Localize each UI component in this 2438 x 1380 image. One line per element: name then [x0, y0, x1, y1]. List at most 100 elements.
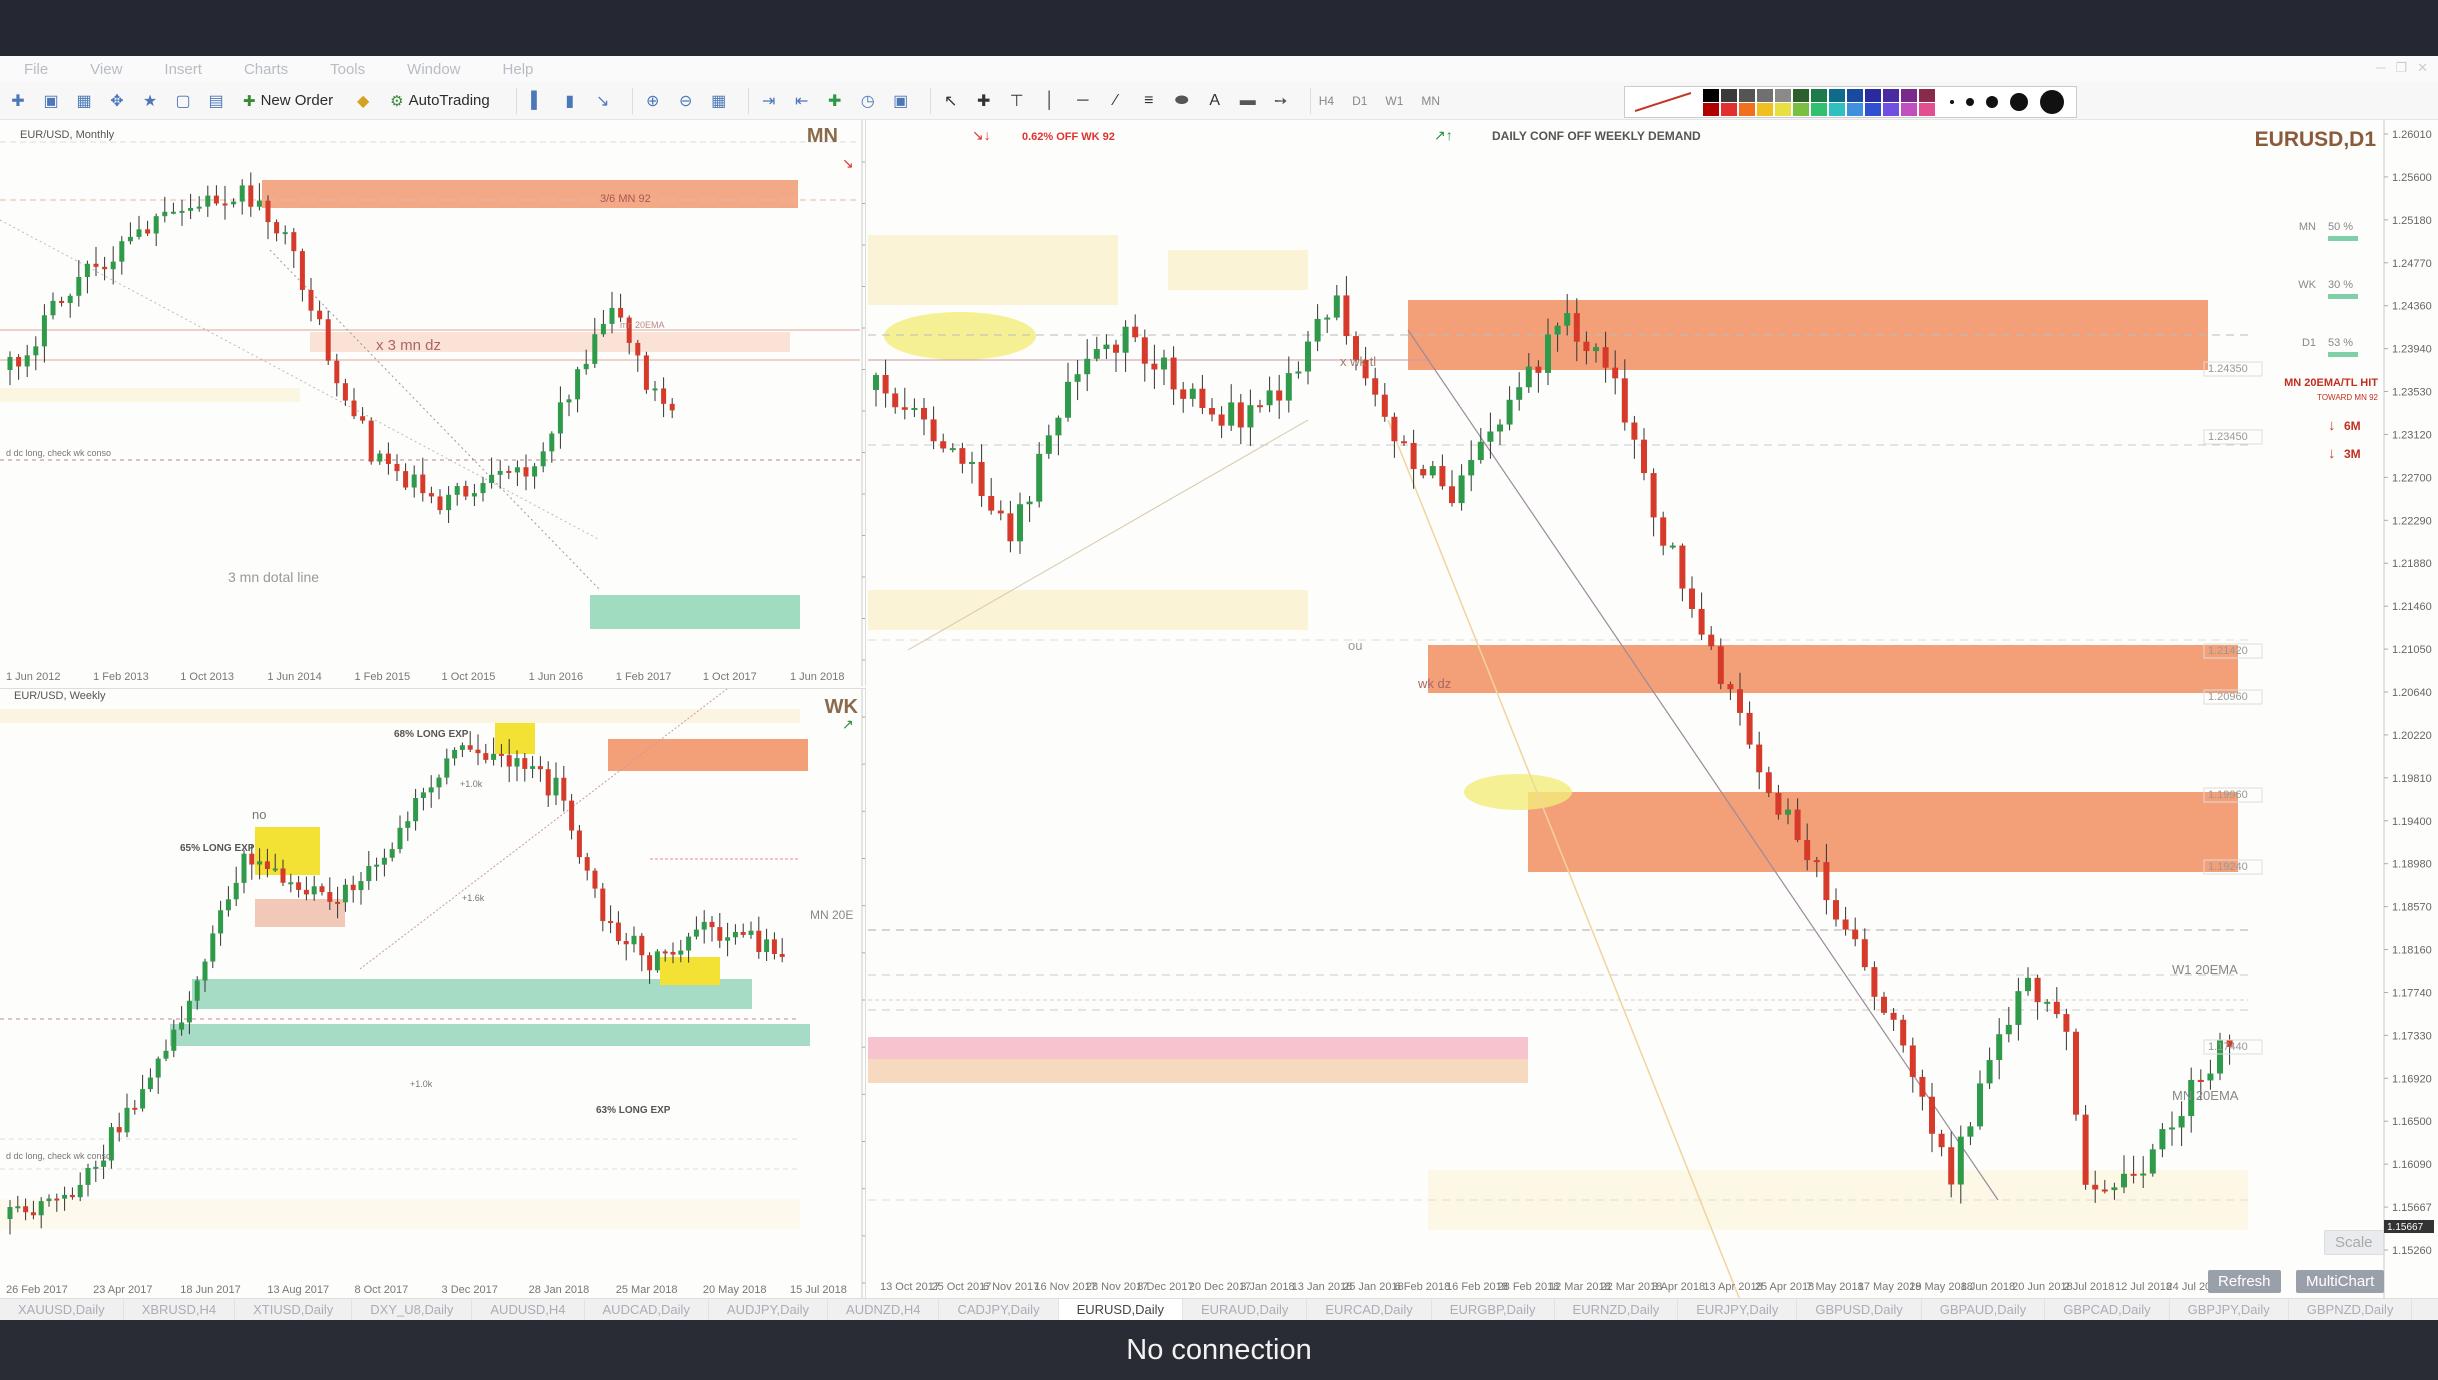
vertical-line-icon[interactable]: │ — [1038, 89, 1062, 113]
color-swatch[interactable] — [1919, 88, 1935, 102]
color-swatch[interactable] — [1703, 102, 1719, 116]
chart-tab[interactable]: GBPAUD,Daily — [1922, 1299, 2046, 1320]
chart-tab[interactable]: EURAUD,Daily — [1183, 1299, 1308, 1320]
line-chart-icon[interactable]: ↘ — [591, 89, 615, 113]
candlestick-icon[interactable]: ▮ — [558, 89, 582, 113]
color-swatch[interactable] — [1793, 102, 1809, 116]
zoom-in-icon[interactable]: ⊕ — [641, 89, 665, 113]
metaeditor-icon[interactable]: ◆ — [351, 89, 375, 113]
chart-tab[interactable]: XBRUSD,H4 — [124, 1299, 236, 1320]
navigator-icon[interactable]: ★ — [138, 89, 162, 113]
monthly-chart-canvas[interactable]: EUR/USD, Monthly MN↘ 3/6 MN 92 x 3 mn dz mn … — [0, 120, 866, 686]
close-icon[interactable]: ✕ — [2417, 60, 2428, 76]
color-swatch[interactable] — [1757, 102, 1773, 116]
chart-shift-icon[interactable]: ⇤ — [790, 89, 814, 113]
chart-tab[interactable]: GBPUSD,Daily — [1797, 1299, 1922, 1320]
line-style-preview[interactable] — [1631, 89, 1695, 115]
menu-tools[interactable]: Tools — [330, 61, 365, 78]
ellipse-icon[interactable]: ⬬ — [1170, 89, 1194, 113]
horizontal-line-icon[interactable]: ─ — [1071, 89, 1095, 113]
new-chart-icon[interactable]: ✚ — [6, 89, 30, 113]
timeframe-d1[interactable]: D1 — [1352, 94, 1367, 108]
color-swatch[interactable] — [1883, 88, 1899, 102]
color-swatch[interactable] — [1739, 88, 1755, 102]
chart-tab[interactable]: XTIUSD,Daily — [235, 1299, 353, 1320]
chart-tab[interactable]: AUDCAD,Daily — [585, 1299, 709, 1320]
chart-tab[interactable]: GBPJPY,Daily — [2170, 1299, 2289, 1320]
timeframe-w1[interactable]: W1 — [1385, 94, 1403, 108]
arrows-icon[interactable]: ➙ — [1269, 89, 1293, 113]
chart-tab[interactable]: DXY_U8,Daily — [352, 1299, 473, 1320]
daily-chart-canvas[interactable]: 1.26010 1.25600 1.25180 1.24770 1.24360 1.239… — [868, 120, 2438, 1298]
text-icon[interactable]: A — [1203, 89, 1227, 113]
chart-tab[interactable]: AUDNZD,H4 — [828, 1299, 940, 1320]
color-swatch[interactable] — [1829, 102, 1845, 116]
dot-size-2-icon[interactable] — [1966, 98, 1974, 106]
color-swatch[interactable] — [1775, 88, 1791, 102]
scale-button[interactable]: Scale — [2324, 1230, 2384, 1255]
daily-chart-panel[interactable]: 1.26010 1.25600 1.25180 1.24770 1.24360 1.239… — [868, 120, 2438, 1298]
restore-icon[interactable]: ❐ — [2395, 60, 2407, 76]
chart-tab[interactable]: EURNZD,Daily — [1555, 1299, 1679, 1320]
color-swatch[interactable] — [1901, 102, 1917, 116]
color-swatch[interactable] — [1811, 88, 1827, 102]
color-swatch[interactable] — [1919, 102, 1935, 116]
dot-size-3-icon[interactable] — [1986, 96, 1998, 108]
menu-insert[interactable]: Insert — [164, 61, 202, 78]
chart-tab[interactable]: AUDUSD,H4 — [472, 1299, 585, 1320]
data-window-icon[interactable]: ✥ — [105, 89, 129, 113]
color-swatch[interactable] — [1865, 102, 1881, 116]
indicators-icon[interactable]: ✚ — [823, 89, 847, 113]
text-cursor-icon[interactable]: ⊤ — [1005, 89, 1029, 113]
weekly-chart-canvas[interactable]: EUR/USD, Weekly WK↗ 68% LONG EXP 65% LONG E… — [0, 689, 866, 1298]
dot-size-1-icon[interactable] — [1950, 100, 1954, 104]
chart-tab[interactable]: EURCAD,Daily — [1307, 1299, 1432, 1320]
chart-tab[interactable]: GBPCAD,Daily — [2045, 1299, 2170, 1320]
weekly-chart-panel[interactable]: EUR/USD, Weekly WK ↗ 68% LONG EXP 65% LONG E… — [0, 688, 866, 1298]
refresh-button[interactable]: Refresh — [2208, 1270, 2281, 1293]
color-swatch[interactable] — [1739, 102, 1755, 116]
chart-tab[interactable]: EURGBP,Daily — [1432, 1299, 1555, 1320]
color-swatch[interactable] — [1721, 88, 1737, 102]
zoom-out-icon[interactable]: ⊖ — [674, 89, 698, 113]
chart-tab[interactable]: GBPNZD,Daily — [2289, 1299, 2413, 1320]
menu-file[interactable]: File — [24, 61, 48, 78]
color-swatch[interactable] — [1703, 88, 1719, 102]
menu-help[interactable]: Help — [503, 61, 534, 78]
periods-icon[interactable]: ◷ — [856, 89, 880, 113]
channel-icon[interactable]: ≡ — [1137, 89, 1161, 113]
color-swatch[interactable] — [1811, 102, 1827, 116]
color-swatch[interactable] — [1847, 102, 1863, 116]
dot-size-5-icon[interactable] — [2040, 90, 2064, 114]
color-swatch[interactable] — [1901, 88, 1917, 102]
chart-tab[interactable]: AUDJPY,Daily — [709, 1299, 829, 1320]
templates-icon[interactable]: ▣ — [889, 89, 913, 113]
monthly-chart-panel[interactable]: EUR/USD, Monthly MN ↘ 3/6 MN 92 x 3 mn dz mn … — [0, 120, 866, 686]
color-swatch[interactable] — [1829, 88, 1845, 102]
chart-tab[interactable]: EURJPY,Daily — [1678, 1299, 1798, 1320]
timeframe-h4[interactable]: H4 — [1319, 94, 1334, 108]
tester-icon[interactable]: ▤ — [204, 89, 228, 113]
terminal-icon[interactable]: ▢ — [171, 89, 195, 113]
new-order-button[interactable]: ✚ New Order — [237, 87, 339, 115]
dot-size-4-icon[interactable] — [2010, 93, 2028, 111]
tile-windows-icon[interactable]: ▦ — [707, 89, 731, 113]
profiles-icon[interactable]: ▣ — [39, 89, 63, 113]
menu-view[interactable]: View — [90, 61, 122, 78]
color-swatch[interactable] — [1883, 102, 1899, 116]
timeframe-mn[interactable]: MN — [1421, 94, 1440, 108]
market-watch-icon[interactable]: ▦ — [72, 89, 96, 113]
trendline-icon[interactable]: ∕ — [1104, 89, 1128, 113]
auto-scroll-icon[interactable]: ⇥ — [757, 89, 781, 113]
cursor-icon[interactable]: ↖ — [939, 89, 963, 113]
chart-tab[interactable]: CADJPY,Daily — [939, 1299, 1059, 1320]
menu-charts[interactable]: Charts — [244, 61, 288, 78]
color-swatch[interactable] — [1847, 88, 1863, 102]
crosshair-icon[interactable]: ✚ — [972, 89, 996, 113]
color-swatch[interactable] — [1793, 88, 1809, 102]
chart-tab[interactable]: XAUUSD,Daily — [0, 1299, 124, 1320]
multichart-button[interactable]: MultiChart — [2296, 1270, 2385, 1293]
label-icon[interactable]: ▬ — [1236, 89, 1260, 113]
autotrading-button[interactable]: ⚙ AutoTrading — [384, 87, 496, 115]
color-swatch[interactable] — [1775, 102, 1791, 116]
